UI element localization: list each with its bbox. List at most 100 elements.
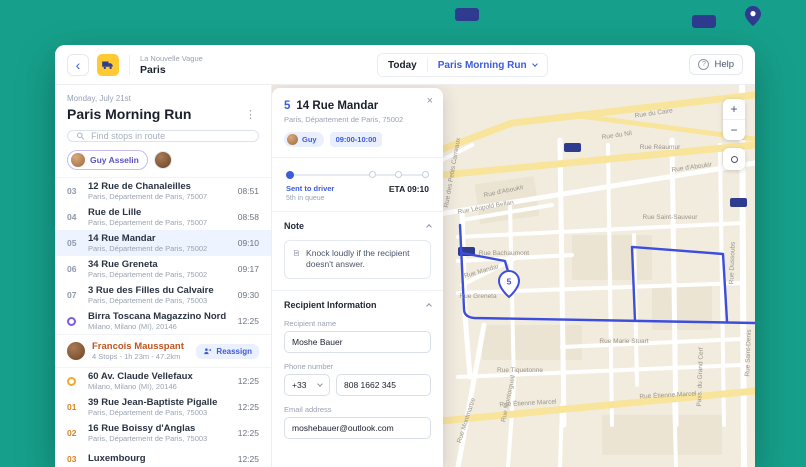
stop-row[interactable]: 04 Rue de Lille Paris, Département de Pari… [55, 204, 271, 230]
stop-row[interactable]: 01 39 Rue Jean-Baptiste Pigalle Paris, Dép… [55, 394, 271, 420]
back-button[interactable]: ‹ [67, 53, 89, 76]
search-icon [77, 132, 85, 140]
stop-eta-time: 12:25 [237, 376, 259, 386]
stop-name: Rue de Lille [88, 206, 142, 218]
stop-eta-time: 12:25 [237, 402, 259, 412]
stop-address: Paris, Département de Paris, 75003 [88, 434, 208, 444]
stop-name: 39 Rue Jean-Baptiste Pigalle [88, 396, 218, 408]
marker-number: 5 [507, 277, 512, 287]
stop-number: 07 [67, 290, 77, 300]
search-input[interactable] [91, 131, 250, 141]
stop-address: Milano, Milano (MI), 20146 [88, 322, 177, 332]
stop-row[interactable]: 03 12 Rue de Chanaleilles Paris, Départeme… [55, 178, 271, 204]
org-name: La Nouvelle Vague [140, 53, 203, 63]
phone-number-label: Phone number [284, 361, 334, 371]
stop-name: 60 Av. Claude Vellefaux [88, 370, 193, 382]
truck-icon [102, 61, 113, 69]
avatar [71, 153, 85, 167]
stop-number: 06 [67, 264, 77, 274]
stop-search[interactable] [67, 130, 259, 142]
stop-address: Paris, Département de Paris, 75007 [88, 192, 208, 202]
stop-eta-time: 08:58 [237, 212, 259, 222]
email-address-field[interactable]: moshebauer@outlook.com [284, 416, 431, 439]
stop-address: Paris, Département de Paris, 75002 [88, 270, 208, 280]
route-dropdown-label: Paris Morning Run [437, 59, 527, 71]
delivery-progress-stepper: Sent to driver 5th in queue ETA 09:10 [272, 158, 443, 211]
stop-name: 34 Rue Greneta [88, 258, 158, 270]
stop-row[interactable]: 07 3 Rue des Filles du Calvaire Paris, Dép… [55, 282, 271, 308]
stop-row[interactable]: Birra Toscana Magazzino Nord Milano, Mila… [55, 308, 271, 334]
driver-chip-label: Guy Asselin [90, 155, 139, 165]
stop-row[interactable]: 60 Av. Claude Vellefaux Milano, Milano (M… [55, 368, 271, 394]
note-section-title: Note [284, 221, 304, 231]
stop-row[interactable]: 02 16 Rue Boissy d'Anglas Paris, Départeme… [55, 420, 271, 446]
stop-detail-panel: × 5 14 Rue Mandar Paris, Département de … [272, 88, 443, 467]
stop-number [67, 316, 81, 326]
assigned-driver-chip[interactable]: Guy [284, 132, 324, 147]
stop-name: Birra Toscana Magazzino Nord [88, 310, 227, 322]
route-switcher: Today Paris Morning Run [377, 53, 548, 77]
top-bar: ‹ La Nouvelle Vague Paris Today Paris Mo… [55, 45, 755, 85]
chevron-up-icon [426, 303, 432, 309]
stepper-node [394, 171, 402, 178]
note-section-header[interactable]: Note [272, 212, 443, 240]
route-dropdown[interactable]: Paris Morning Run [437, 59, 538, 71]
driver-chip-francois-avatar[interactable] [153, 151, 172, 169]
map-canvas[interactable]: Rue de CléryRue du CaireRue du NilRue d'… [272, 85, 755, 467]
stop-row[interactable]: 05 14 Rue Mandar Paris, Département de Par… [55, 230, 271, 256]
email-address-label: Email address [284, 404, 332, 414]
map-road-badge [455, 8, 479, 21]
stop-number: 03 [67, 454, 77, 464]
street-label: Rue Saint-Sauveur [643, 214, 699, 221]
route-title: Paris Morning Run [67, 106, 192, 122]
zoom-out-button[interactable]: − [723, 120, 745, 140]
recipient-section-header[interactable]: Recipient Information [272, 291, 443, 319]
stop-address: Paris, Département de Paris, 75002 [88, 244, 208, 254]
stop-row[interactable]: 03 Luxembourg 12:25 [55, 446, 271, 467]
kebab-menu-icon[interactable]: ⋮ [242, 108, 259, 121]
driver-chip-guy-asselin[interactable]: Guy Asselin [67, 150, 148, 170]
reassign-button[interactable]: Reassign [196, 343, 259, 359]
time-window-label: 09:00-10:00 [335, 135, 377, 144]
recipient-name-label: Recipient name [284, 318, 337, 328]
phone-number-field[interactable]: 808 1662 345 [336, 373, 431, 396]
stop-list-primary: 03 12 Rue de Chanaleilles Paris, Départeme… [55, 177, 271, 334]
street-label: Rue Tiquetonne [497, 367, 543, 374]
stop-row[interactable]: 06 34 Rue Greneta Paris, Département de Pa… [55, 256, 271, 282]
divider [426, 58, 428, 72]
stop-detail-title: 14 Rue Mandar [296, 100, 379, 112]
map-pin-icon [745, 6, 761, 26]
stop-name: Luxembourg [88, 453, 146, 465]
route-date: Monday, July 21st [67, 94, 131, 103]
stop-eta-time: 12:25 [237, 428, 259, 438]
stop-eta-time: 09:10 [237, 238, 259, 248]
zoom-in-button[interactable]: + [723, 99, 745, 119]
close-icon[interactable]: × [427, 96, 433, 107]
queue-position: 5th in queue [286, 195, 325, 202]
stop-number: 05 [67, 238, 77, 248]
stop-name: 14 Rue Mandar [88, 232, 156, 244]
note-text: Knock loudly if the recipient doesn't an… [306, 248, 410, 270]
org-block[interactable]: La Nouvelle Vague Paris [140, 54, 203, 76]
note-box: Knock loudly if the recipient doesn't an… [284, 240, 431, 279]
stepper-node [422, 171, 429, 178]
avatar [287, 134, 298, 145]
stop-list-secondary: 60 Av. Claude Vellefaux Milano, Milano (M… [55, 368, 271, 467]
stop-number: 01 [67, 402, 77, 412]
back-chevron-icon: ‹ [75, 56, 81, 73]
locate-button[interactable] [723, 148, 745, 170]
stop-eta-time: 12:25 [237, 316, 259, 326]
stop-name: 12 Rue de Chanaleilles [88, 180, 191, 192]
country-code-select[interactable]: +33 [284, 373, 330, 396]
route-sidebar: Monday, July 21st Paris Morning Run ⋮ Gu… [55, 85, 272, 467]
app-logo [97, 53, 119, 76]
reassign-label: Reassign [216, 346, 252, 356]
divider [129, 54, 130, 75]
stop-address: Milano, Milano (MI), 20146 [88, 382, 177, 392]
content-area: Monday, July 21st Paris Morning Run ⋮ Gu… [55, 85, 755, 467]
second-driver-header: Francois Mausspant 4 Stops - 1h 23m - 47… [55, 334, 271, 368]
recipient-section-title: Recipient Information [284, 299, 377, 310]
recipient-name-field[interactable]: Moshe Bauer [284, 330, 431, 353]
stop-eta-time: 08:51 [237, 186, 259, 196]
help-button[interactable]: ? Help [689, 54, 743, 75]
